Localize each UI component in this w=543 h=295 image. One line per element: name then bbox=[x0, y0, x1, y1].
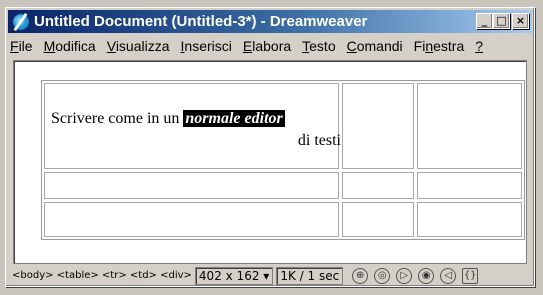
table-cell[interactable] bbox=[342, 83, 414, 169]
menu-modifica[interactable]: Modifica bbox=[44, 38, 96, 54]
menu-visualizza[interactable]: Visualizza bbox=[107, 38, 170, 54]
selected-text[interactable]: normale editor bbox=[183, 110, 285, 127]
html-styles-icon[interactable]: ▷ bbox=[396, 267, 413, 284]
cell-text-before: Scrivere come in un bbox=[51, 110, 184, 127]
table-cell-main[interactable]: Scrivere come in un normale editor di te… bbox=[44, 83, 341, 169]
site-icon[interactable]: ⊕ bbox=[352, 267, 369, 284]
dreamweaver-icon bbox=[12, 12, 30, 31]
menu-bar: File Modifica Visualizza Inserisci Elabo… bbox=[10, 36, 530, 56]
table-cell[interactable] bbox=[417, 172, 522, 199]
table-cell[interactable] bbox=[342, 172, 414, 199]
download-time-field: 1K / 1 sec bbox=[276, 266, 344, 285]
cell-text-after: di testi bbox=[297, 132, 341, 149]
code-inspector-icon[interactable]: {} bbox=[462, 267, 479, 284]
table-cell[interactable] bbox=[44, 172, 339, 199]
document-canvas[interactable]: Scrivere come in un normale editor di te… bbox=[13, 60, 527, 264]
title-bar[interactable]: Untitled Document (Untitled-3*) - Dreamw… bbox=[8, 10, 532, 33]
status-bar: <body> <table> <tr> <td> <div> 402 x 162… bbox=[12, 266, 528, 285]
menu-testo[interactable]: Testo bbox=[302, 38, 335, 54]
minimize-button[interactable]: _ bbox=[476, 13, 493, 29]
window-controls: _ □ × bbox=[476, 13, 529, 29]
assets-icon[interactable]: ◎ bbox=[374, 267, 391, 284]
tag-selector[interactable]: <body> <table> <tr> <td> <div> bbox=[12, 270, 192, 281]
window-title: Untitled Document (Untitled-3*) - Dreamw… bbox=[34, 13, 368, 30]
table-cell[interactable] bbox=[342, 202, 414, 237]
table-cell[interactable] bbox=[44, 202, 339, 237]
menu-comandi[interactable]: Comandi bbox=[347, 38, 403, 54]
window-size-field[interactable]: 402 x 162 ▾ bbox=[194, 266, 274, 285]
css-styles-icon[interactable]: ◉ bbox=[418, 267, 435, 284]
menu-help[interactable]: ? bbox=[475, 38, 483, 54]
menu-elabora[interactable]: Elabora bbox=[243, 38, 291, 54]
table-cell[interactable] bbox=[417, 83, 522, 169]
menu-finestra[interactable]: Finestra bbox=[414, 38, 465, 54]
cell-text[interactable]: Scrivere come in un normale editor di te… bbox=[51, 108, 341, 152]
layout-table[interactable]: Scrivere come in un normale editor di te… bbox=[41, 80, 525, 240]
close-button[interactable]: × bbox=[512, 13, 529, 29]
menu-inserisci[interactable]: Inserisci bbox=[181, 38, 232, 54]
maximize-button[interactable]: □ bbox=[493, 13, 510, 29]
dreamweaver-window: Untitled Document (Untitled-3*) - Dreamw… bbox=[5, 7, 535, 287]
behaviors-icon[interactable]: ◁ bbox=[440, 267, 457, 284]
table-cell[interactable] bbox=[417, 202, 522, 237]
menu-file[interactable]: File bbox=[10, 38, 33, 54]
